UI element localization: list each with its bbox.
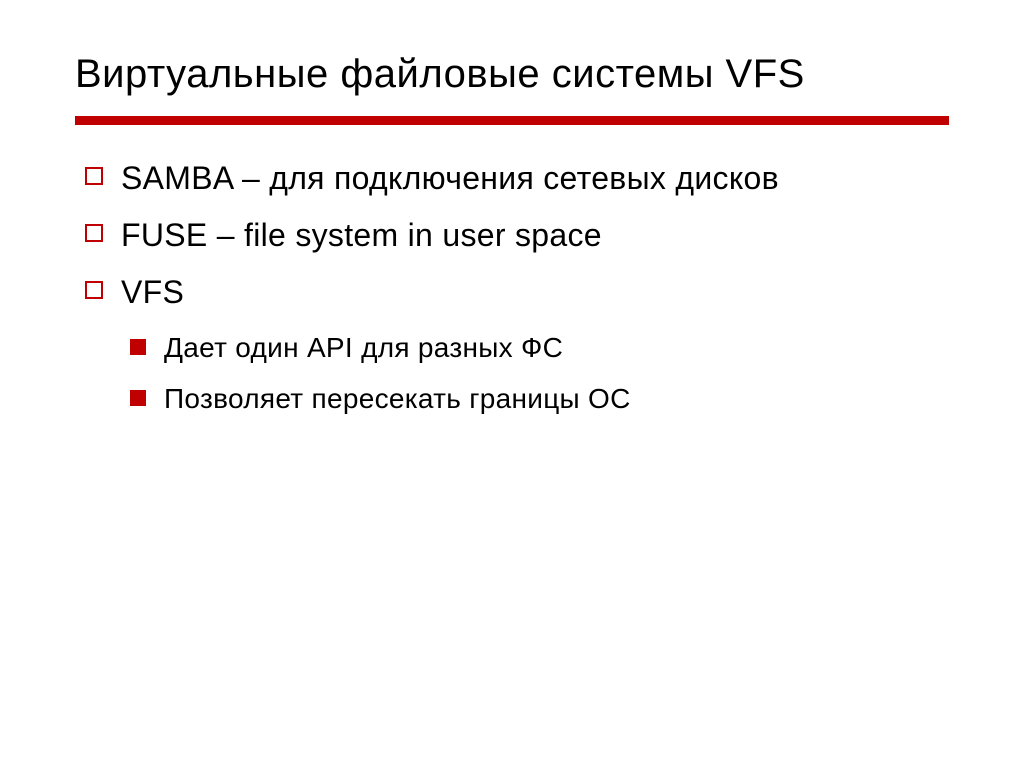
list-item: Дает один API для разных ФС [130, 329, 949, 367]
list-item: VFS [85, 271, 949, 314]
sub-bullet-text: Позволяет пересекать границы ОС [164, 380, 631, 418]
square-outline-icon [85, 167, 103, 185]
list-item: Позволяет пересекать границы ОС [130, 380, 949, 418]
square-outline-icon [85, 281, 103, 299]
bullet-list: SAMBA – для подключения сетевых дисков F… [75, 157, 949, 315]
sub-bullet-text: Дает один API для разных ФС [164, 329, 563, 367]
square-fill-icon [130, 390, 146, 406]
bullet-text: VFS [121, 271, 184, 314]
slide-title: Виртуальные файловые системы VFS [75, 50, 949, 98]
list-item: SAMBA – для подключения сетевых дисков [85, 157, 949, 200]
square-outline-icon [85, 224, 103, 242]
sub-bullet-list: Дает один API для разных ФС Позволяет пе… [75, 329, 949, 419]
list-item: FUSE – file system in user space [85, 214, 949, 257]
title-underline [75, 116, 949, 125]
bullet-text: FUSE – file system in user space [121, 214, 602, 257]
square-fill-icon [130, 339, 146, 355]
bullet-text: SAMBA – для подключения сетевых дисков [121, 157, 779, 200]
